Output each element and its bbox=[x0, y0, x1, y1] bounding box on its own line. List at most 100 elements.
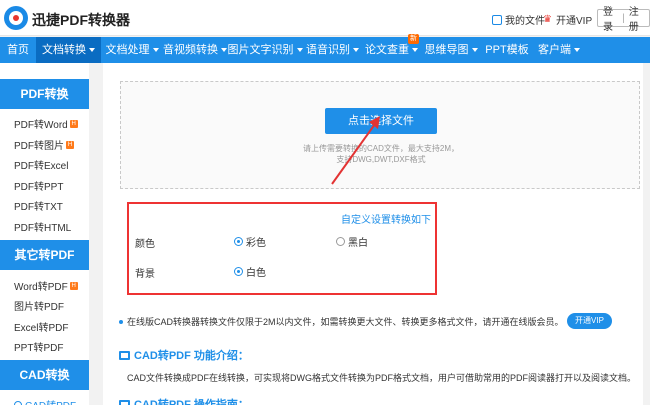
intro-title: CAD转PDF 功能介绍： bbox=[119, 347, 249, 363]
nav-label: 思维导图 bbox=[424, 44, 469, 56]
nav-label: 文档转换 bbox=[42, 44, 86, 56]
sidebar-item-image-pdf[interactable]: 图片转PDF bbox=[14, 298, 64, 313]
notice-text: 在线版CAD转换器转换文件仅限于2M以内文件，如需转换更大文件、转换更多格式文件… bbox=[127, 317, 564, 327]
nav-av-convert[interactable]: 音视频转换 bbox=[163, 37, 227, 63]
brand-name[interactable]: 迅捷PDF转换器 bbox=[32, 10, 130, 30]
sidebar-item-label: PDF转Word bbox=[14, 120, 68, 131]
sidebar-item-label: Word转PDF bbox=[14, 282, 68, 293]
my-files-label: 我的文件 bbox=[505, 16, 545, 27]
nav-label: 图片文字识别 bbox=[227, 44, 294, 56]
sidebar-item-label: PDF转HTML bbox=[14, 223, 72, 234]
intro-title-text: CAD转PDF 功能介绍： bbox=[134, 350, 249, 362]
chevron-down-icon bbox=[89, 48, 95, 53]
sidebar-item-pdf-image[interactable]: PDF转图片 H bbox=[14, 137, 74, 152]
crown-icon: ♛ bbox=[543, 13, 552, 25]
brand-logo-icon[interactable] bbox=[4, 6, 28, 30]
size-limit-notice: 在线版CAD转换器转换文件仅限于2M以内文件，如需转换更大文件、转换更多格式文件… bbox=[119, 315, 564, 328]
upload-dropzone[interactable] bbox=[120, 81, 640, 189]
sidebar-item-label: PDF转Excel bbox=[14, 161, 69, 172]
vip-link[interactable]: ♛ 开通VIP bbox=[543, 12, 592, 27]
sidebar-head-cad: CAD转换 bbox=[0, 360, 89, 390]
section-icon bbox=[119, 350, 130, 360]
nav-ocr[interactable]: 图片文字识别 bbox=[227, 37, 303, 63]
sidebar-item-label: CAD转PDF bbox=[25, 397, 76, 405]
sidebar-item-label: PDF转PPT bbox=[14, 182, 64, 193]
guide-title-text: CAD转PDF 操作指南： bbox=[134, 399, 249, 405]
sidebar-item-pdf-excel[interactable]: PDF转Excel bbox=[14, 157, 68, 172]
color-option-bw[interactable]: 黑白 bbox=[336, 234, 368, 249]
sidebar: PDF转换 PDF转Word H PDF转图片 H PDF转Excel PDF转PP… bbox=[0, 63, 89, 405]
chevron-down-icon bbox=[412, 48, 418, 53]
radio-checked-icon bbox=[234, 237, 243, 246]
nav-label: 首页 bbox=[7, 44, 29, 56]
nav-label: 音视频转换 bbox=[163, 44, 218, 56]
nav-label: 客户端 bbox=[538, 44, 571, 56]
sidebar-head-pdf: PDF转换 bbox=[0, 79, 89, 109]
main-content: 点击选择文件 请上传需要转换的CAD文件，最大支持2M， 支持DWG,DWT,D… bbox=[103, 63, 643, 405]
nav-home[interactable]: 首页 bbox=[0, 37, 36, 63]
sidebar-item-label: 图片转PDF bbox=[14, 302, 64, 313]
conversion-settings-panel: 自定义设置转换如下 颜色 彩色 黑白 背景 白色 bbox=[127, 202, 437, 295]
sidebar-item-ppt-pdf[interactable]: PPT转PDF bbox=[14, 339, 63, 354]
sidebar-item-pdf-word[interactable]: PDF转Word H bbox=[14, 116, 78, 131]
chevron-down-icon bbox=[471, 48, 478, 53]
nav-label: 语音识别 bbox=[306, 44, 350, 56]
guide-title: CAD转PDF 操作指南： bbox=[119, 396, 249, 405]
radio-unchecked-icon bbox=[336, 237, 345, 246]
login-link[interactable]: 登录 bbox=[603, 3, 618, 33]
nav-doc-process[interactable]: 文档处理 bbox=[101, 37, 163, 63]
upload-tip-line: 支持DWG,DWT,DXF格式 bbox=[336, 155, 426, 164]
chevron-down-icon bbox=[152, 48, 159, 53]
sidebar-item-label: PPT转PDF bbox=[14, 343, 64, 354]
intro-text: CAD文件转换成PDF在线转换，可实现将DWG格式文件转换为PDF格式文档，用户… bbox=[127, 373, 636, 383]
nav-label: 文档处理 bbox=[105, 44, 150, 56]
color-option-color[interactable]: 彩色 bbox=[234, 234, 266, 249]
sidebar-item-label: PDF转TXT bbox=[14, 202, 63, 213]
chevron-down-icon bbox=[296, 48, 303, 53]
nav-plagiarism[interactable]: 论文查重新 bbox=[362, 34, 421, 63]
chevron-down-icon bbox=[574, 48, 580, 53]
nav-ppt-template[interactable]: PPT模板 bbox=[481, 37, 533, 63]
nav-speech[interactable]: 语音识别 bbox=[303, 37, 362, 63]
sidebar-item-pdf-txt[interactable]: PDF转TXT bbox=[14, 198, 63, 213]
new-badge: 新 bbox=[408, 34, 419, 44]
hot-icon: H bbox=[66, 140, 74, 149]
sidebar-item-cad-pdf[interactable]: CAD转PDF bbox=[14, 397, 76, 405]
nav-client[interactable]: 客户端 bbox=[533, 37, 585, 63]
nav-label: PPT模板 bbox=[485, 44, 529, 56]
sidebar-item-pdf-html[interactable]: PDF转HTML bbox=[14, 219, 71, 234]
sidebar-item-label: PDF转图片 bbox=[14, 141, 64, 152]
nav-doc-convert[interactable]: 文档转换 bbox=[36, 37, 101, 63]
upload-tip-line: 请上传需要转换的CAD文件，最大支持2M， bbox=[303, 144, 460, 153]
radio-label: 白色 bbox=[246, 268, 266, 279]
divider: | bbox=[622, 12, 625, 24]
register-link[interactable]: 注册 bbox=[629, 3, 644, 33]
sidebar-item-pdf-ppt[interactable]: PDF转PPT bbox=[14, 178, 63, 193]
open-vip-button[interactable]: 开通VIP bbox=[567, 313, 612, 329]
chevron-down-icon bbox=[353, 48, 359, 53]
hot-icon: H bbox=[69, 119, 78, 128]
sidebar-head-other: 其它转PDF bbox=[0, 240, 89, 270]
color-label: 颜色 bbox=[135, 239, 155, 250]
section-icon bbox=[119, 399, 130, 405]
sidebar-item-label: Excel转PDF bbox=[14, 323, 69, 334]
background-label: 背景 bbox=[135, 269, 155, 280]
file-icon bbox=[492, 14, 502, 25]
radio-label: 黑白 bbox=[348, 238, 368, 249]
radio-label: 彩色 bbox=[246, 238, 266, 249]
upload-tip: 请上传需要转换的CAD文件，最大支持2M， 支持DWG,DWT,DXF格式 bbox=[303, 143, 459, 165]
my-files-link[interactable]: 我的文件 bbox=[492, 12, 545, 27]
login-register-box: 登录 | 注册 bbox=[597, 7, 650, 33]
choose-file-button[interactable]: 点击选择文件 bbox=[325, 108, 437, 134]
settings-title: 自定义设置转换如下 bbox=[341, 215, 431, 226]
bullet-icon bbox=[119, 319, 123, 324]
sidebar-item-excel-pdf[interactable]: Excel转PDF bbox=[14, 319, 68, 334]
hot-icon: H bbox=[69, 281, 78, 290]
vip-label: 开通VIP bbox=[556, 16, 593, 27]
background-option-white[interactable]: 白色 bbox=[234, 264, 266, 279]
sidebar-item-word-pdf[interactable]: Word转PDF H bbox=[14, 278, 78, 293]
nav-label: 论文查重 bbox=[365, 44, 409, 56]
nav-mindmap[interactable]: 思维导图 bbox=[421, 37, 481, 63]
top-header: 迅捷PDF转换器 我的文件 ♛ 开通VIP 登录 | 注册 bbox=[0, 0, 650, 36]
radio-checked-icon bbox=[234, 267, 243, 276]
